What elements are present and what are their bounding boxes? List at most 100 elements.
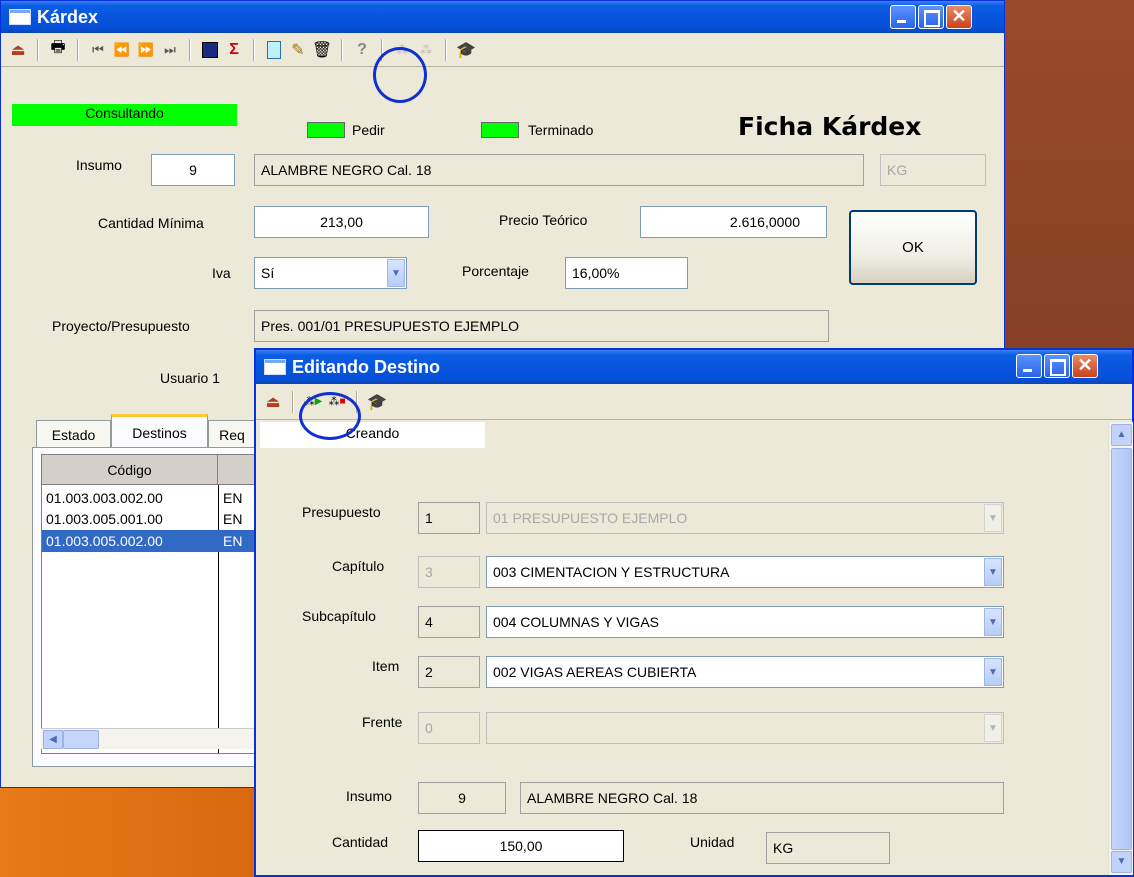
item-label: Item (372, 658, 400, 674)
kardex-titlebar[interactable]: Kárdex ✕ (1, 1, 1004, 33)
item-select[interactable]: 002 VIGAS AEREAS CUBIERTA ▼ (486, 656, 1004, 688)
tab-estado[interactable]: Estado (36, 420, 111, 448)
grid-header-codigo[interactable]: Código (42, 455, 218, 485)
insumo-label: Insumo (76, 157, 122, 173)
table-row[interactable]: 01.003.003.002.00 EN (42, 488, 258, 508)
window-icon (9, 9, 31, 25)
destinos-grid: Código 01.003.003.002.00 EN 01.003.005.0… (32, 447, 258, 767)
capitulo-label: Capítulo (332, 558, 385, 574)
grid-inner: Código 01.003.003.002.00 EN 01.003.005.0… (41, 454, 258, 754)
scroll-thumb[interactable] (1111, 448, 1132, 850)
tab-destinos[interactable]: Destinos (111, 414, 208, 448)
iva-select[interactable]: Sí ▼ (254, 257, 407, 289)
graduation-cap-icon[interactable]: 🎓 (455, 39, 477, 61)
next-record-icon[interactable]: ⏩ (135, 39, 157, 61)
window-icon (264, 359, 286, 375)
new-document-icon[interactable] (263, 39, 285, 61)
scroll-up-button[interactable]: ▲ (1111, 424, 1132, 446)
presupuesto-num-field: 1 (418, 502, 480, 534)
sum-icon[interactable]: Σ (223, 39, 245, 61)
chevron-down-icon[interactable]: ▼ (984, 658, 1002, 686)
minimize-button[interactable] (890, 5, 916, 29)
wand-icon[interactable]: ✎ (287, 39, 309, 61)
destino-insumo-label: Insumo (346, 788, 392, 804)
iva-value: Sí (261, 265, 275, 281)
capitulo-select[interactable]: 003 CIMENTACION Y ESTRUCTURA ▼ (486, 556, 1004, 588)
delete-icon[interactable]: 🗑 (311, 39, 333, 61)
kardex-title: Kárdex (37, 6, 99, 27)
cantidad-minima-label: Cantidad Mínima (98, 215, 204, 231)
scroll-down-button[interactable]: ▼ (1111, 851, 1132, 873)
legend-terminado: Terminado (528, 122, 594, 138)
destino-form: Creando Presupuesto 1 01 PRESUPUESTO EJE… (260, 422, 1108, 875)
item-num-field: 2 (418, 656, 480, 688)
destino-insumo-code: 9 (418, 782, 506, 814)
graduation-cap-icon[interactable]: 🎓 (366, 391, 388, 413)
insumo-code-field[interactable]: 9 (151, 154, 235, 186)
cantidad-label: Cantidad (332, 834, 389, 850)
capitulo-num-field: 3 (418, 556, 480, 588)
unidad-field: KG (766, 832, 890, 864)
porcentaje-label: Porcentaje (462, 263, 529, 279)
chevron-down-icon[interactable]: ▼ (984, 558, 1002, 586)
page-title: Ficha Kárdex (738, 112, 922, 141)
close-button[interactable]: ✕ (1072, 354, 1098, 378)
status-indicator: Consultando (12, 104, 237, 126)
creando-status: Creando (260, 422, 485, 448)
precio-teorico-field[interactable]: 2.616,0000 (640, 206, 827, 238)
subcapitulo-select[interactable]: 004 COLUMNAS Y VIGAS ▼ (486, 606, 1004, 638)
presupuesto-select: 01 PRESUPUESTO EJEMPLO ▼ (486, 502, 1004, 534)
minimize-button[interactable] (1016, 354, 1042, 378)
destino-window: Editando Destino ✕ ⏏ ⁂ ▶ ⁂ ■ 🎓 Creando Pre… (254, 348, 1134, 877)
proyecto-field: Pres. 001/01 PRESUPUESTO EJEMPLO (254, 310, 829, 342)
cantidad-minima-field[interactable]: 213,00 (254, 206, 429, 238)
table-row[interactable]: 01.003.005.001.00 EN (42, 509, 258, 529)
chevron-down-icon: ▼ (984, 714, 1002, 742)
highlight-circle (373, 47, 427, 103)
exit-icon[interactable]: ⏏ (7, 39, 29, 61)
first-record-icon[interactable]: ⏮ (87, 39, 109, 61)
destino-title: Editando Destino (292, 356, 440, 377)
insumo-unit-field: KG (880, 154, 986, 186)
scroll-thumb[interactable] (63, 730, 99, 749)
presupuesto-label: Presupuesto (302, 504, 381, 520)
print-icon[interactable]: 🖶 (47, 39, 69, 61)
grid-header-col2[interactable] (218, 455, 258, 485)
frente-num-field: 0 (418, 712, 480, 744)
legend-pedir: Pedir (352, 122, 385, 138)
ok-button[interactable]: OK (849, 210, 977, 285)
chevron-down-icon[interactable]: ▼ (984, 608, 1002, 636)
chevron-down-icon[interactable]: ▼ (387, 259, 405, 287)
maximize-button[interactable] (918, 5, 944, 29)
horizontal-scrollbar[interactable]: ◀ (41, 728, 257, 749)
taskbar-area (0, 788, 255, 877)
maximize-button[interactable] (1044, 354, 1070, 378)
kardex-toolbar: ⏏ 🖶 ⏮ ⏪ ⏩ ⏭ Σ ✎ 🗑 ? ⁂ ⁂ 🎓 (1, 33, 1004, 67)
last-record-icon[interactable]: ⏭ (159, 39, 181, 61)
destino-toolbar: ⏏ ⁂ ▶ ⁂ ■ 🎓 (256, 384, 1132, 420)
frente-label: Frente (362, 714, 403, 730)
cantidad-field[interactable]: 150,00 (418, 830, 624, 862)
vertical-scrollbar[interactable]: ▲ ▼ (1108, 422, 1133, 875)
close-button[interactable]: ✕ (946, 5, 972, 29)
destino-insumo-name: ALAMBRE NEGRO Cal. 18 (520, 782, 1004, 814)
tab-req[interactable]: Req (208, 420, 256, 448)
help-icon[interactable]: ? (351, 39, 373, 61)
subcapitulo-label: Subcapítulo (302, 608, 376, 624)
table-row-selected[interactable]: 01.003.005.002.00 EN (42, 530, 258, 552)
scroll-left-button[interactable]: ◀ (43, 730, 63, 749)
iva-label: Iva (212, 265, 231, 281)
legend-terminado-swatch (481, 122, 519, 138)
frente-select: ▼ (486, 712, 1004, 744)
destino-titlebar[interactable]: Editando Destino ✕ (256, 350, 1132, 384)
usuario-label: Usuario 1 (160, 370, 220, 386)
exit-icon[interactable]: ⏏ (262, 391, 284, 413)
proyecto-label: Proyecto/Presupuesto (52, 318, 190, 334)
legend-pedir-swatch (307, 122, 345, 138)
subcapitulo-num-field: 4 (418, 606, 480, 638)
porcentaje-field[interactable]: 16,00% (565, 257, 688, 289)
list-icon[interactable] (199, 39, 221, 61)
previous-record-icon[interactable]: ⏪ (111, 39, 133, 61)
highlight-circle (299, 392, 361, 440)
insumo-name-field: ALAMBRE NEGRO Cal. 18 (254, 154, 864, 186)
